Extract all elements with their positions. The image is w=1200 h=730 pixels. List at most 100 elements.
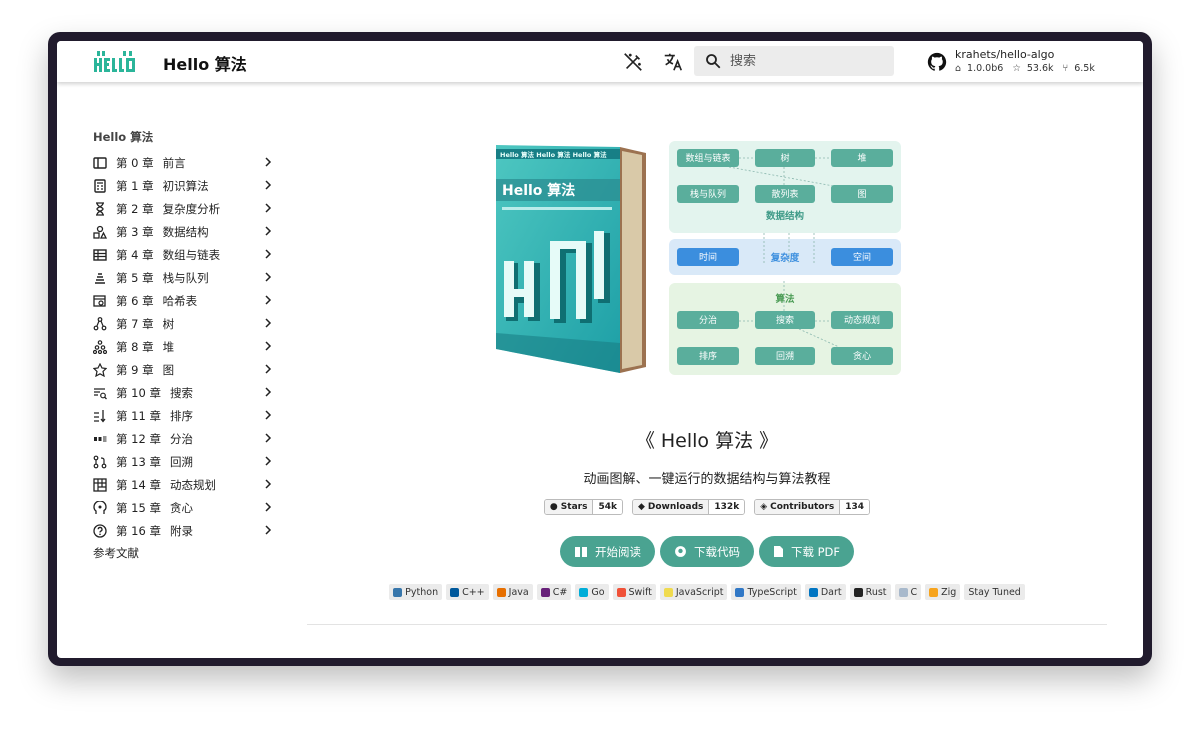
chevron-right-icon[interactable]	[263, 248, 273, 260]
sidebar-item-chapter-1[interactable]: 第 1 章初识算法	[93, 174, 273, 197]
sidebar-item-chapter-10[interactable]: 第 10 章搜索	[93, 381, 273, 404]
site-title[interactable]: Hello 算法	[163, 51, 247, 75]
sidebar-item-chapter-16[interactable]: 第 16 章附录	[93, 519, 273, 542]
help-icon	[93, 523, 107, 538]
language-tag[interactable]: Java	[492, 584, 533, 600]
chevron-right-icon[interactable]	[263, 363, 273, 375]
language-name: Swift	[628, 586, 652, 598]
chapter-label: 搜索	[169, 385, 193, 400]
chevron-right-icon[interactable]	[263, 202, 273, 214]
chevron-right-icon[interactable]	[263, 271, 273, 283]
chevron-right-icon[interactable]	[263, 409, 273, 421]
chevron-right-icon[interactable]	[263, 179, 273, 191]
language-tag[interactable]: JavaScript	[659, 584, 728, 600]
diagram-ds-hash: 散列表	[771, 188, 798, 200]
badge-value: 54k	[592, 500, 622, 514]
language-icon	[616, 587, 626, 597]
language-tag[interactable]: C++	[446, 584, 489, 600]
chevron-right-icon[interactable]	[263, 455, 273, 467]
language-tag[interactable]: Python	[389, 584, 443, 600]
language-tag[interactable]: Dart	[804, 584, 846, 600]
stars-badge[interactable]: ● Stars 54k	[543, 499, 623, 515]
language-tag[interactable]: C	[894, 584, 922, 600]
chevron-right-icon[interactable]	[263, 156, 273, 168]
sidebar-item-chapter-4[interactable]: 第 4 章数组与链表	[93, 243, 273, 266]
repo-link[interactable]: krahets/hello-algo ⌂ 1.0.0b6 ☆ 53.6k ⑂ 6.5k	[927, 48, 1127, 78]
language-name: Go	[591, 586, 605, 598]
chevron-right-icon[interactable]	[263, 478, 273, 490]
language-tag[interactable]: Stay Tuned	[964, 584, 1025, 600]
chapter-label: 回溯	[169, 454, 193, 469]
content-divider	[307, 624, 1107, 625]
hello-logo[interactable]	[93, 50, 137, 74]
download-pdf-button[interactable]: 下载 PDF	[758, 536, 855, 567]
download-icon: ◆	[637, 502, 645, 512]
chapter-number: 第 15 章	[116, 500, 161, 515]
start-reading-button[interactable]: 开始阅读	[559, 536, 655, 567]
diagram-algo-sort: 排序	[699, 350, 717, 362]
head-icon	[93, 500, 107, 514]
sidebar-item-chapter-11[interactable]: 第 11 章排序	[93, 404, 273, 427]
theme-toggle-icon[interactable]	[622, 51, 644, 73]
chapter-number: 第 10 章	[116, 385, 161, 400]
chevron-right-icon[interactable]	[263, 501, 273, 513]
sidebar-item-chapter-13[interactable]: 第 13 章回溯	[93, 450, 273, 473]
sidebar-item-chapter-3[interactable]: 第 3 章数据结构	[93, 220, 273, 243]
translate-icon[interactable]	[662, 51, 684, 73]
sidebar-item-chapter-0[interactable]: 第 0 章前言	[93, 151, 273, 174]
language-icon	[898, 587, 908, 597]
search-box[interactable]	[694, 46, 894, 76]
sidebar-item-chapter-2[interactable]: 第 2 章复杂度分析	[93, 197, 273, 220]
language-icon	[450, 587, 460, 597]
chapter-number: 第 13 章	[116, 454, 161, 469]
language-tag[interactable]: Go	[575, 584, 609, 600]
button-label: 下载代码	[693, 544, 740, 559]
star-icon: ☆	[1012, 63, 1021, 74]
sidebar-item-references[interactable]: 参考文献	[93, 542, 273, 564]
pyramid-icon	[93, 339, 107, 354]
chapter-number: 第 5 章	[116, 270, 154, 285]
github-icon: ●	[549, 502, 558, 512]
language-tag[interactable]: Swift	[612, 584, 656, 600]
language-icon	[663, 587, 673, 597]
sidebar-item-chapter-12[interactable]: 第 12 章分治	[93, 427, 273, 450]
language-tag[interactable]: Rust	[849, 584, 891, 600]
sidebar-item-chapter-7[interactable]: 第 7 章树	[93, 312, 273, 335]
chapter-number: 第 9 章	[116, 362, 154, 377]
language-name: C++	[462, 586, 485, 598]
badge-value: 132k	[708, 500, 745, 514]
sidebar-item-chapter-6[interactable]: 第 6 章哈希表	[93, 289, 273, 312]
button-label: 下载 PDF	[790, 544, 841, 559]
chevron-right-icon[interactable]	[263, 524, 273, 536]
sidebar-item-chapter-5[interactable]: 第 5 章栈与队列	[93, 266, 273, 289]
language-tag[interactable]: TypeScript	[731, 584, 801, 600]
diagram-ds-graph: 图	[857, 189, 866, 200]
download-code-button[interactable]: 下载代码	[659, 536, 754, 567]
chapter-label: 分治	[169, 431, 193, 446]
chevron-right-icon[interactable]	[263, 340, 273, 352]
sidebar-item-chapter-15[interactable]: 第 15 章贪心	[93, 496, 273, 519]
chevron-right-icon[interactable]	[263, 294, 273, 306]
search-input[interactable]	[730, 50, 880, 72]
chevron-right-icon[interactable]	[263, 432, 273, 444]
sidebar-item-chapter-9[interactable]: 第 9 章图	[93, 358, 273, 381]
sidebar-heading: Hello 算法	[93, 130, 154, 144]
chevron-right-icon[interactable]	[263, 386, 273, 398]
downloads-badge[interactable]: ◆ Downloads 132k	[631, 499, 746, 515]
page-title: 《 Hello 算法 》	[635, 430, 779, 452]
language-tag[interactable]: C#	[536, 584, 572, 600]
sidebar-item-chapter-8[interactable]: 第 8 章堆	[93, 335, 273, 358]
chevron-right-icon[interactable]	[263, 317, 273, 329]
chapter-number: 第 6 章	[116, 293, 154, 308]
sidebar-item-chapter-14[interactable]: 第 14 章动态规划	[93, 473, 273, 496]
sort-icon	[94, 409, 106, 423]
chapter-label: 排序	[169, 408, 193, 423]
chevron-right-icon[interactable]	[263, 225, 273, 237]
badge-key: Contributors	[770, 502, 835, 512]
stack-icon	[95, 272, 105, 284]
language-tag[interactable]: Zig	[925, 584, 961, 600]
contributors-badge[interactable]: ◈ Contributors 134	[754, 499, 871, 515]
diagram-complexity-label: 复杂度	[770, 252, 800, 264]
graph-icon	[93, 362, 107, 377]
chapter-number: 第 12 章	[116, 431, 161, 446]
